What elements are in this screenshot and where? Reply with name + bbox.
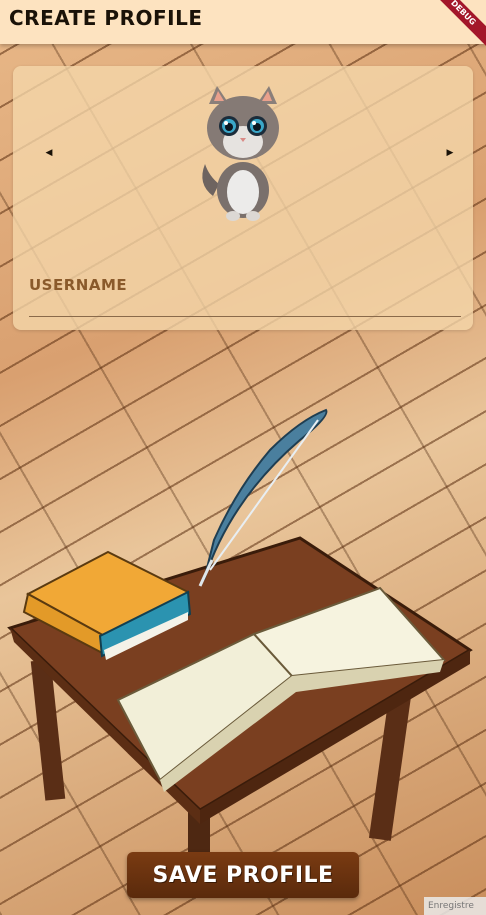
chevron-right-icon[interactable]: ▶ bbox=[445, 148, 455, 158]
corner-tag: Enregistre bbox=[424, 897, 486, 915]
username-input[interactable] bbox=[29, 298, 461, 317]
username-label: USERNAME bbox=[29, 276, 128, 294]
cat-avatar-icon bbox=[202, 86, 279, 221]
desk-illustration bbox=[7, 408, 473, 870]
profile-card: ◀ ▶ USERNAME bbox=[13, 66, 473, 330]
save-profile-button[interactable]: SAVE PROFILE bbox=[127, 852, 359, 898]
page-title: CREATE PROFILE bbox=[9, 6, 203, 30]
app-bar: CREATE PROFILE bbox=[0, 0, 486, 44]
chevron-left-icon[interactable]: ◀ bbox=[44, 148, 54, 158]
